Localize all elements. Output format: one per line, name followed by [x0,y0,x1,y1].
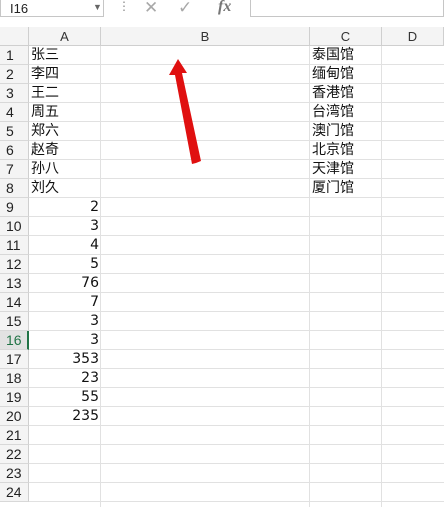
more-options-icon[interactable]: ⋮ [118,0,130,12]
name-box-value: I16 [10,1,29,16]
formula-bar-input[interactable] [250,0,444,17]
formula-icons: ✕ ✓ fx [138,0,246,17]
chevron-down-icon[interactable]: ▼ [93,2,102,12]
name-box[interactable]: I16 ▼ [0,0,104,17]
check-icon[interactable]: ✓ [178,0,192,18]
annotation-arrow [169,59,201,164]
red-arrow-icon [169,59,201,164]
cancel-icon[interactable]: ✕ [144,0,158,18]
spreadsheet-grid: A B C D 1 张三 泰国馆 2 李四 缅甸馆 3 王二 香港馆 4 周五 台湾馆 5 郑六 澳门馆 6 赵… [0,27,444,507]
formula-toolbar: I16 ▼ ⋮ ✕ ✓ fx [0,0,444,20]
fx-icon[interactable]: fx [218,0,231,16]
